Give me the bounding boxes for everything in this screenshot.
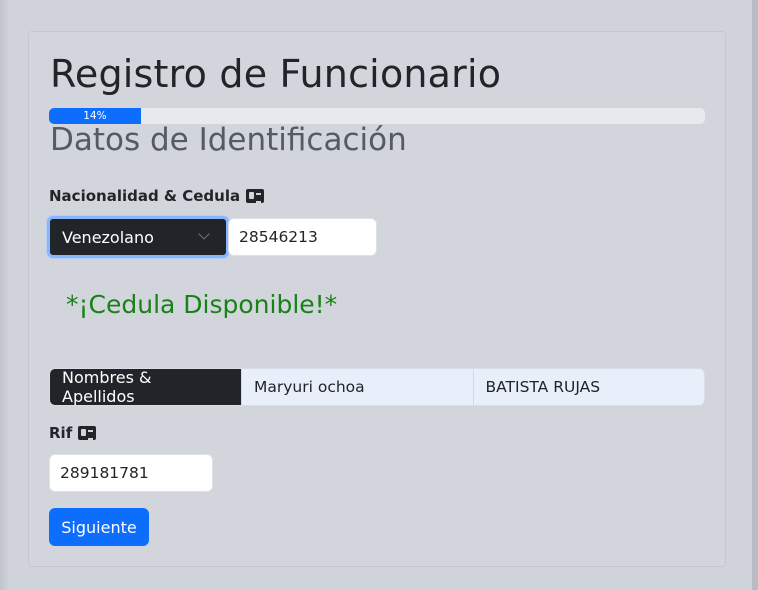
scrollbar-track[interactable] [752, 0, 758, 590]
names-input-group: Nombres & Apellidos Maryuri ochoa BATIST… [49, 368, 705, 406]
nationality-cedula-label-text: Nacionalidad & Cedula [49, 187, 241, 205]
rif-input[interactable]: 289181781 [49, 454, 213, 492]
nationality-select-value: Venezolano [62, 227, 154, 247]
cedula-availability-message: *¡Cedula Disponible!* [66, 290, 338, 319]
next-button[interactable]: Siguiente [49, 508, 149, 546]
last-names-input[interactable]: BATISTA RUJAS [472, 369, 704, 405]
section-title: Datos de Identificación [50, 122, 407, 158]
page-title: Registro de Funcionario [50, 52, 502, 96]
nationality-cedula-label: Nacionalidad & Cedula [49, 187, 265, 205]
cedula-input-value: 28546213 [239, 228, 318, 246]
nationality-select[interactable]: Venezolano [47, 216, 229, 258]
names-label: Nombres & Apellidos [50, 369, 241, 405]
id-card-icon [78, 426, 97, 440]
first-names-value: Maryuri ochoa [254, 378, 365, 396]
left-edge-shadow [0, 0, 10, 590]
rif-label: Rif [49, 424, 97, 442]
first-names-input[interactable]: Maryuri ochoa [241, 369, 473, 405]
rif-input-value: 289181781 [60, 464, 149, 482]
cedula-input[interactable]: 28546213 [228, 218, 377, 256]
last-names-value: BATISTA RUJAS [485, 378, 601, 396]
rif-label-text: Rif [49, 424, 73, 442]
id-card-icon [246, 189, 265, 203]
chevron-down-icon [198, 228, 210, 240]
